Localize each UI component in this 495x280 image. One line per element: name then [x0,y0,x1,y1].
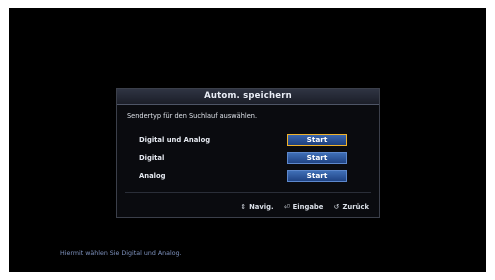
start-button-analog[interactable]: Start [287,170,347,182]
dialog-divider [125,192,371,193]
option-label-digital: Digital [139,154,165,162]
tv-screen: Autom. speichern Sendertyp für den Suchl… [9,8,486,272]
help-text: Hiermit wählen Sie Digital und Analog. [60,250,182,257]
hint-return-label: Zurück [342,203,369,211]
dialog-prompt: Sendertyp für den Suchlauf auswählen. [127,112,258,120]
hint-return: ↺ Zurück [334,203,369,211]
hint-navigate-label: Navig. [249,203,274,211]
updown-arrows-icon: ⇕ [240,203,247,211]
hint-enter: ⏎ Eingabe [284,203,323,211]
option-label-digital-analog: Digital und Analog [139,136,211,144]
hint-navigate: ⇕ Navig. [240,203,273,211]
option-label-analog: Analog [139,172,166,180]
dialog-title: Autom. speichern [117,89,379,105]
return-icon: ↺ [333,203,340,211]
hint-enter-label: Eingabe [292,203,324,211]
enter-icon: ⏎ [283,203,290,211]
start-button-digital-analog[interactable]: Start [287,134,347,146]
auto-store-dialog: Autom. speichern Sendertyp für den Suchl… [116,88,380,218]
button-hints: ⇕ Navig. ⏎ Eingabe ↺ Zurück [232,203,369,211]
start-button-digital[interactable]: Start [287,152,347,164]
